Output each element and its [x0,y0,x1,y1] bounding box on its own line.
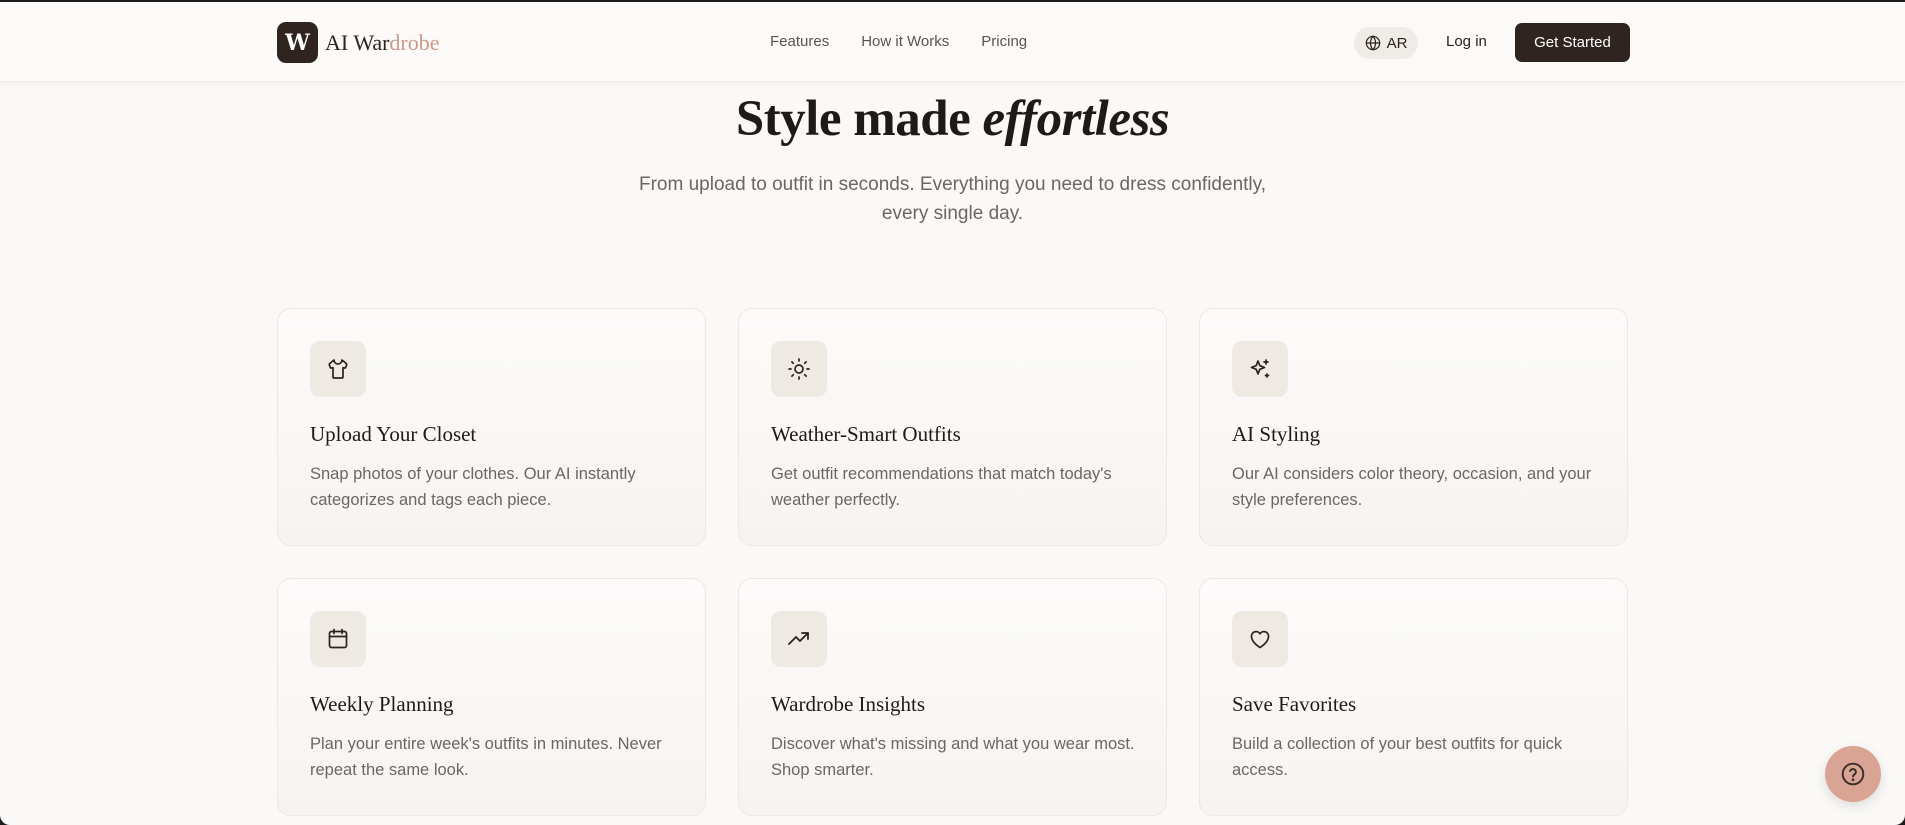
top-navigation-bar: W AI Wardrobe Features How it Works Pric… [0,2,1905,82]
main-nav: Features How it Works Pricing [770,33,1027,50]
shirt-icon [310,341,366,397]
hero-title-italic: effortless [982,91,1170,147]
logo-mark: W [277,22,318,63]
globe-icon [1365,35,1381,51]
heart-icon [1232,611,1288,667]
help-circle-icon [1840,761,1866,787]
feature-description: Snap photos of your clothes. Our AI inst… [310,465,636,509]
feature-card-upload-closet: Upload Your Closet Snap photos of your c… [277,308,706,546]
feature-title: Save Favorites [1232,692,1357,716]
brand-logo[interactable]: W AI Wardrobe [277,22,440,63]
feature-description: Discover what's missing and what you wea… [771,735,1135,779]
login-link[interactable]: Log in [1446,33,1487,50]
nav-link-pricing[interactable]: Pricing [981,33,1027,50]
feature-card-save-favorites: Save Favorites Build a collection of you… [1199,578,1628,816]
brand-name-part1: AI War [325,29,390,55]
brand-name-part2: drobe [389,29,440,55]
feature-title: Upload Your Closet [310,422,477,446]
feature-card-ai-styling: AI Styling Our AI considers color theory… [1199,308,1628,546]
brand-name: AI Wardrobe [325,30,440,56]
calendar-icon [310,611,366,667]
nav-link-features[interactable]: Features [770,33,829,50]
feature-title: Wardrobe Insights [771,692,926,716]
feature-description: Build a collection of your best outfits … [1232,735,1563,779]
language-switcher[interactable]: AR [1354,27,1418,59]
feature-description: Plan your entire week's outfits in minut… [310,735,662,779]
sun-icon [771,341,827,397]
hero-subtitle: From upload to outfit in seconds. Everyt… [639,174,1266,224]
feature-card-weekly-planning: Weekly Planning Plan your entire week's … [277,578,706,816]
feature-card-wardrobe-insights: Wardrobe Insights Discover what's missin… [738,578,1167,816]
feature-card-weather-smart: Weather-Smart Outfits Get outfit recomme… [738,308,1167,546]
page-frame: W AI Wardrobe Features How it Works Pric… [0,2,1905,825]
get-started-button[interactable]: Get Started [1515,23,1630,62]
language-label: AR [1386,34,1408,52]
hero-title: Style made effortless [0,90,1905,148]
hero-title-plain: Style made [735,91,983,147]
feature-title: Weekly Planning [310,692,454,716]
feature-title: Weather-Smart Outfits [771,422,961,446]
feature-description: Our AI considers color theory, occasion,… [1232,465,1592,509]
feature-description: Get outfit recommendations that match to… [771,465,1112,509]
help-button[interactable] [1825,746,1881,802]
nav-link-how-it-works[interactable]: How it Works [861,33,949,50]
trending-up-icon [771,611,827,667]
sparkles-icon [1232,341,1288,397]
feature-title: AI Styling [1232,422,1321,446]
